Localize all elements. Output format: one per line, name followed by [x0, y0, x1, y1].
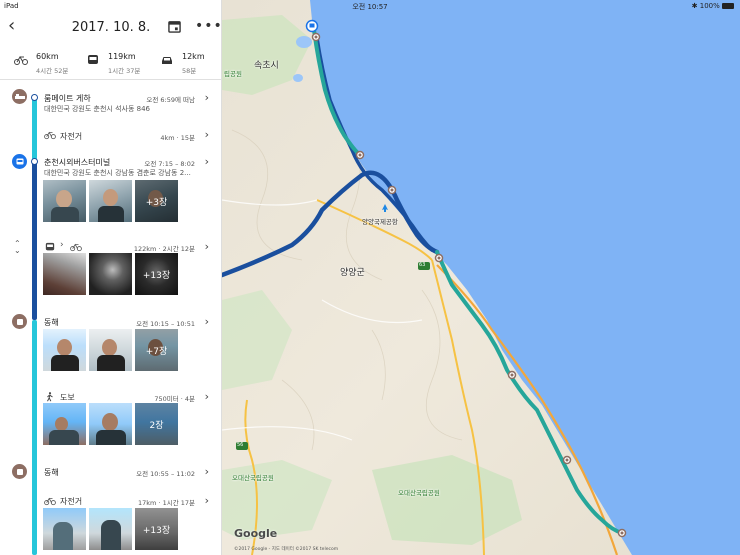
expand-collapse-icon[interactable]: ⌃ ⌄: [14, 240, 21, 255]
map-view[interactable]: 립공원 속초시 양양국제공항 양양군 63 56 오대산국립공원 오대산국립공원…: [222, 0, 740, 555]
map-label-yangyang: 양양군: [340, 268, 365, 278]
map-label-park: 립공원: [224, 70, 242, 78]
chevron-right-icon[interactable]: ›: [205, 240, 209, 253]
bicycle-icon: [14, 56, 28, 65]
map-label-odaesan: 오대산국립공원: [232, 474, 274, 482]
photo-thumbnail[interactable]: [89, 329, 132, 371]
map-road-63: 63: [419, 262, 426, 268]
bed-icon: [14, 94, 25, 99]
photo-thumbnail[interactable]: [89, 180, 132, 222]
activity-meta: 750미터 · 4분: [154, 395, 195, 403]
battery-level: ✱ 100%: [692, 2, 734, 10]
photo-thumbnail-more[interactable]: +13장: [135, 508, 178, 550]
photo-strip: 2장: [43, 403, 178, 445]
activity-meta: 4km · 15분: [160, 134, 195, 142]
place-address: 대한민국 강원도 춘천시 강남동 겸춘로 강남동 2...: [44, 169, 191, 177]
photo-thumbnail[interactable]: [43, 329, 86, 371]
activity-label[interactable]: 자전거: [60, 131, 82, 142]
map-label-odaesan-2: 오대산국립공원: [398, 489, 440, 497]
place-time: 오전 10:15 – 10:51: [136, 320, 195, 328]
activity-label[interactable]: 도보: [60, 392, 75, 403]
chevron-right-icon[interactable]: ›: [205, 390, 209, 403]
place-title-bus-terminal[interactable]: 춘천시외버스터미널: [44, 157, 110, 168]
calendar-icon[interactable]: [168, 20, 181, 33]
bicycle-icon: [44, 131, 56, 140]
timeline-line-bus: [32, 160, 37, 320]
timeline-panel: ‹ 2017. 10. 8. ••• 60km 4시간 52분 119km 1시…: [0, 0, 222, 555]
place-time: 오전 6:59에 떠남: [146, 96, 195, 104]
photo-thumbnail-more[interactable]: +3장: [135, 180, 178, 222]
map-canvas[interactable]: [222, 0, 740, 555]
chevron-right-icon[interactable]: ›: [205, 494, 209, 507]
walking-icon: [47, 392, 53, 402]
chevron-right-icon[interactable]: ›: [205, 128, 209, 141]
place-node-donghae-2[interactable]: [12, 464, 27, 479]
bluetooth-icon: ✱: [691, 2, 698, 10]
photo-thumbnail[interactable]: [43, 403, 86, 445]
photo-thumbnail[interactable]: [89, 403, 132, 445]
activity-label[interactable]: 자전거: [60, 496, 82, 507]
timeline-line-bike: [32, 95, 37, 160]
photo-strip: +13장: [43, 508, 178, 550]
chevron-right-icon[interactable]: ›: [205, 155, 209, 168]
place-time: 오전 7:15 – 8:02: [144, 160, 195, 168]
photo-thumbnail-more[interactable]: +7장: [135, 329, 178, 371]
chevron-right-icon[interactable]: ›: [205, 465, 209, 478]
bus-icon: [88, 55, 98, 64]
photo-thumbnail[interactable]: [89, 508, 132, 550]
map-road-56: 56: [237, 442, 244, 448]
timeline-dot: [31, 94, 38, 101]
map-label-airport: 양양국제공항: [362, 218, 398, 226]
status-bar: iPad 오전 10:57 ✱ 100%: [0, 0, 740, 12]
place-title-roommate[interactable]: 룸메이트 게하: [44, 93, 91, 104]
bicycle-icon: [70, 243, 82, 252]
photo-strip: +7장: [43, 329, 178, 371]
map-label-sokcho: 속초시: [254, 61, 279, 71]
place-time: 오전 10:55 – 11:02: [136, 470, 195, 478]
place-title-donghae[interactable]: 동해: [44, 317, 59, 328]
timeline-header: ‹ 2017. 10. 8. •••: [0, 12, 221, 44]
photo-thumbnail[interactable]: [43, 180, 86, 222]
timeline-line-walk-bike: [32, 320, 37, 555]
map-copyright: ©2017 Google - 지도 데이터 ©2017 SK telecom: [234, 547, 339, 552]
place-node-home[interactable]: [12, 89, 27, 104]
bus-icon: [16, 158, 23, 164]
status-time: 오전 10:57: [352, 3, 388, 11]
place-title-donghae[interactable]: 동해: [44, 467, 59, 478]
place-node-donghae[interactable]: [12, 314, 27, 329]
car-icon: [162, 57, 172, 64]
place-node-bus-terminal[interactable]: [12, 154, 27, 169]
google-logo: Google: [234, 527, 278, 540]
photo-thumbnail[interactable]: [43, 508, 86, 550]
bicycle-icon: [44, 497, 56, 506]
chevron-right-icon[interactable]: ›: [205, 91, 209, 104]
photo-strip: +3장: [43, 180, 178, 222]
chevron-right-icon: ›: [60, 240, 64, 250]
photo-thumbnail-more[interactable]: 2장: [135, 403, 178, 445]
photo-thumbnail[interactable]: [89, 253, 132, 295]
activity-meta: 122km · 2시간 12분: [133, 245, 195, 253]
photo-strip: +13장: [43, 253, 178, 295]
timeline-date[interactable]: 2017. 10. 8.: [0, 20, 221, 35]
map-marker-start[interactable]: [305, 19, 319, 33]
activity-meta: 17km · 1시간 17분: [138, 499, 195, 507]
photo-thumbnail[interactable]: [43, 253, 86, 295]
timeline-dot: [31, 158, 38, 165]
daily-summary: 60km 4시간 52분 119km 1시간 37분 12km 58분: [0, 48, 221, 80]
battery-icon: [722, 3, 734, 9]
place-address: 대한민국 강원도 춘천시 석사동 846: [44, 105, 150, 113]
photo-thumbnail-more[interactable]: +13장: [135, 253, 178, 295]
more-options-icon[interactable]: •••: [195, 18, 221, 34]
bus-icon: [45, 242, 55, 251]
chevron-right-icon[interactable]: ›: [205, 315, 209, 328]
